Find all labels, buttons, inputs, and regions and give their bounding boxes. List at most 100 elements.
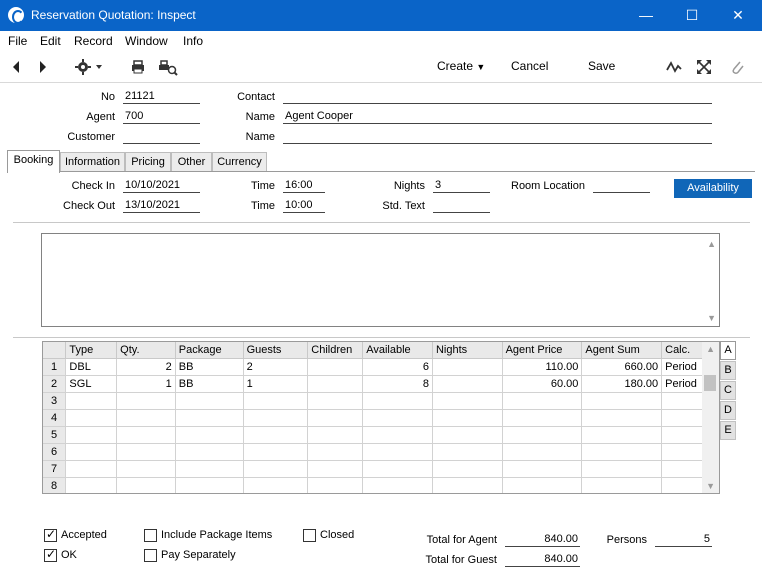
cell-nights[interactable] bbox=[432, 409, 503, 427]
tab-pricing[interactable]: Pricing bbox=[125, 152, 171, 172]
table-row[interactable]: 2 SGL 1 BB 1 8 60.00 180.00 Period bbox=[43, 375, 719, 393]
save-button[interactable]: Save bbox=[588, 59, 615, 73]
cell-available[interactable] bbox=[362, 392, 433, 410]
contact-field[interactable] bbox=[283, 90, 712, 104]
cell-children[interactable] bbox=[307, 409, 364, 427]
cell-nights[interactable] bbox=[432, 460, 503, 478]
cell-agent-sum[interactable] bbox=[581, 409, 663, 427]
cell-nights[interactable] bbox=[432, 477, 503, 493]
cell-type[interactable] bbox=[65, 392, 118, 410]
cell-agent-sum[interactable]: 180.00 bbox=[581, 375, 663, 393]
cell-agent-price[interactable]: 110.00 bbox=[502, 358, 583, 376]
cell-available[interactable] bbox=[362, 409, 433, 427]
cell-type[interactable] bbox=[65, 460, 118, 478]
close-button[interactable]: ✕ bbox=[715, 0, 761, 31]
cell-children[interactable] bbox=[307, 460, 364, 478]
cell-type[interactable] bbox=[65, 426, 118, 444]
closed-checkbox[interactable] bbox=[303, 529, 316, 542]
check-out-field[interactable]: 13/10/2021 bbox=[123, 199, 200, 213]
activity-icon[interactable] bbox=[665, 58, 683, 76]
cell-available[interactable] bbox=[362, 426, 433, 444]
scroll-down-icon[interactable]: ▼ bbox=[707, 313, 716, 323]
tab-information[interactable]: Information bbox=[60, 152, 125, 172]
cell-type[interactable] bbox=[65, 409, 118, 427]
cell-nights[interactable] bbox=[432, 375, 503, 393]
cell-available[interactable]: 6 bbox=[362, 358, 433, 376]
next-record-icon[interactable] bbox=[33, 58, 51, 76]
menu-file[interactable]: File bbox=[8, 34, 27, 48]
cell-nights[interactable] bbox=[432, 443, 503, 461]
grid-tab-b[interactable]: B bbox=[720, 361, 736, 380]
agent-field[interactable]: 700 bbox=[123, 110, 200, 124]
cell-guests[interactable] bbox=[243, 460, 309, 478]
customer-field[interactable] bbox=[123, 130, 200, 144]
agent-name-field[interactable]: Agent Cooper bbox=[283, 110, 712, 124]
cell-package[interactable]: BB bbox=[175, 375, 244, 393]
cell-guests[interactable] bbox=[243, 392, 309, 410]
cell-qty[interactable] bbox=[116, 392, 176, 410]
time-in-field[interactable]: 16:00 bbox=[283, 179, 325, 193]
cell-guests[interactable]: 2 bbox=[243, 358, 309, 376]
create-button[interactable]: Create ▼ bbox=[437, 59, 485, 73]
grid-scroll-up-icon[interactable]: ▲ bbox=[706, 344, 715, 354]
menu-info[interactable]: Info bbox=[183, 34, 203, 48]
cell-agent-sum[interactable] bbox=[581, 426, 663, 444]
col-available[interactable]: Available bbox=[362, 342, 433, 359]
col-type[interactable]: Type bbox=[65, 342, 118, 359]
col-agent-sum[interactable]: Agent Sum bbox=[581, 342, 663, 359]
table-row[interactable]: 8 bbox=[43, 477, 719, 493]
col-qty[interactable]: Qty. bbox=[116, 342, 176, 359]
menu-window[interactable]: Window bbox=[125, 34, 168, 48]
cell-agent-price[interactable] bbox=[502, 460, 583, 478]
gear-icon[interactable] bbox=[74, 58, 106, 76]
cell-children[interactable] bbox=[307, 426, 364, 444]
grid-scroll-down-icon[interactable]: ▼ bbox=[706, 481, 715, 491]
cell-children[interactable] bbox=[307, 392, 364, 410]
cell-qty[interactable] bbox=[116, 443, 176, 461]
scroll-up-icon[interactable]: ▲ bbox=[707, 239, 716, 249]
col-package[interactable]: Package bbox=[175, 342, 244, 359]
include-package-items-checkbox[interactable] bbox=[144, 529, 157, 542]
cell-guests[interactable] bbox=[243, 477, 309, 493]
cell-available[interactable]: 8 bbox=[362, 375, 433, 393]
cell-package[interactable] bbox=[175, 426, 244, 444]
room-location-field[interactable] bbox=[593, 179, 650, 193]
cell-package[interactable]: BB bbox=[175, 358, 244, 376]
maximize-button[interactable]: ☐ bbox=[669, 0, 715, 31]
table-row[interactable]: 5 bbox=[43, 426, 719, 444]
previous-record-icon[interactable] bbox=[8, 58, 26, 76]
cell-type[interactable] bbox=[65, 477, 118, 493]
cell-package[interactable] bbox=[175, 460, 244, 478]
print-icon[interactable] bbox=[129, 58, 147, 76]
grid-scrollbar[interactable]: ▲ ▼ bbox=[702, 342, 719, 493]
availability-button[interactable]: Availability bbox=[674, 179, 752, 198]
cell-package[interactable] bbox=[175, 409, 244, 427]
attachment-icon[interactable] bbox=[728, 58, 746, 76]
cell-package[interactable] bbox=[175, 477, 244, 493]
cell-agent-price[interactable] bbox=[502, 443, 583, 461]
col-children[interactable]: Children bbox=[307, 342, 364, 359]
tab-other[interactable]: Other bbox=[171, 152, 212, 172]
cell-qty[interactable] bbox=[116, 477, 176, 493]
std-text-field[interactable] bbox=[433, 199, 490, 213]
cell-nights[interactable] bbox=[432, 358, 503, 376]
customer-name-field[interactable] bbox=[283, 130, 712, 144]
cell-agent-sum[interactable] bbox=[581, 460, 663, 478]
cell-qty[interactable] bbox=[116, 409, 176, 427]
time-out-field[interactable]: 10:00 bbox=[283, 199, 325, 213]
cell-available[interactable] bbox=[362, 460, 433, 478]
pay-separately-checkbox[interactable] bbox=[144, 549, 157, 562]
cell-qty[interactable] bbox=[116, 426, 176, 444]
cell-qty[interactable] bbox=[116, 460, 176, 478]
cell-available[interactable] bbox=[362, 477, 433, 493]
cell-agent-sum[interactable]: 660.00 bbox=[581, 358, 663, 376]
cell-children[interactable] bbox=[307, 443, 364, 461]
tab-booking[interactable]: Booking bbox=[7, 150, 60, 173]
cell-guests[interactable]: 1 bbox=[243, 375, 309, 393]
grid-tab-c[interactable]: C bbox=[720, 381, 736, 400]
cell-agent-price[interactable]: 60.00 bbox=[502, 375, 583, 393]
grid-scroll-thumb[interactable] bbox=[704, 375, 716, 391]
expand-icon[interactable] bbox=[695, 58, 713, 76]
grid-tab-d[interactable]: D bbox=[720, 401, 736, 420]
cell-children[interactable] bbox=[307, 375, 364, 393]
